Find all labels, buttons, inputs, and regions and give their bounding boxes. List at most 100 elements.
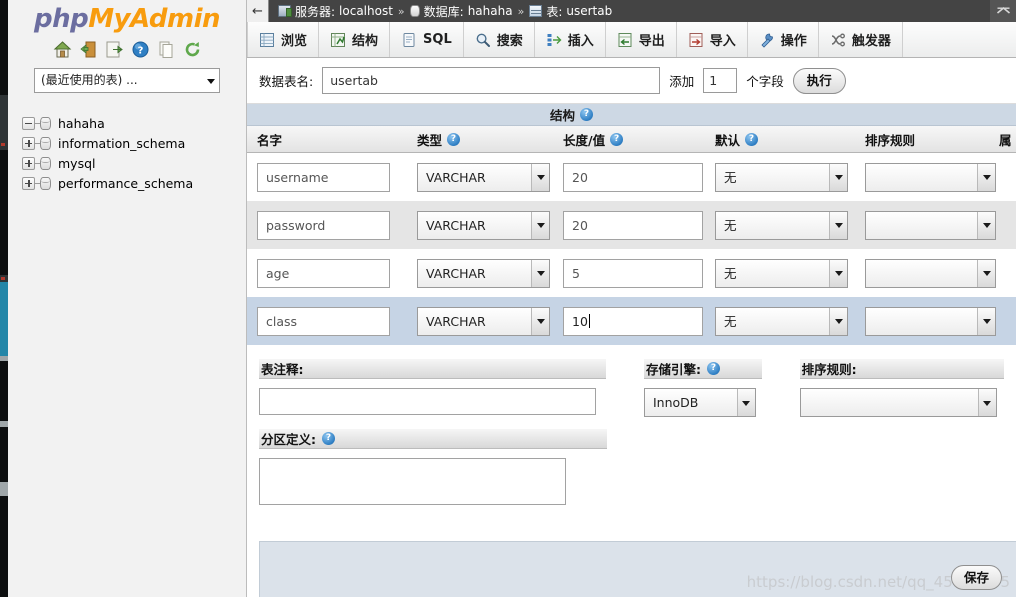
create-table-form: 数据表名: usertab 添加 1 个字段 执行 结构 ? 名字 类型 ? 长… [247,58,1016,597]
table-collation-select[interactable] [799,388,997,417]
db-tree-item[interactable]: hahaha [22,113,246,133]
tab-structure[interactable]: 结构 [319,22,391,57]
phpmyadmin-logo[interactable]: phpMyAdmin [8,0,246,34]
sidebar: phpMyAdmin ? (最近使用的表) ... hahaha informa… [8,0,247,597]
help-icon[interactable]: ? [580,108,593,121]
table-label: 表: [546,4,563,19]
reload-icon[interactable] [183,40,202,59]
column-collation-select[interactable] [865,258,996,288]
table-collation-header: 排序规则: [799,359,1004,379]
column-length-input[interactable]: 10 [563,306,703,336]
expand-toggle-icon[interactable] [22,176,35,190]
help-icon[interactable]: ? [745,132,759,146]
structure-icon [330,32,346,48]
server-label: 服务器: [295,4,336,19]
storage-engine-select[interactable]: InnoDB [643,388,756,417]
breadcrumb-server[interactable]: 服务器: localhost [278,3,393,20]
column-collation-select[interactable] [865,306,996,336]
help-icon[interactable]: ? [131,40,150,59]
column-default-select[interactable]: 无 [715,162,848,192]
tab-search[interactable]: 搜索 [463,22,535,57]
breadcrumb-database[interactable]: 数据库: hahaha [409,3,513,20]
collapse-panel-button[interactable] [990,0,1016,22]
text-cursor [588,313,590,328]
column-length-input[interactable]: 5 [563,258,703,288]
breadcrumb-path: 服务器: localhost » 数据库: hahaha » 表: userta… [269,3,612,20]
back-button[interactable]: ← [247,0,269,22]
tab-label: 触发器 [851,34,891,49]
recent-tables-select[interactable]: (最近使用的表) ... [34,68,220,93]
help-icon[interactable]: ? [447,132,461,146]
column-type-select[interactable]: VARCHAR [417,162,550,192]
storage-engine-value: InnoDB [652,395,699,410]
column-name-input[interactable]: username [257,162,390,192]
table-comment-input[interactable] [259,388,596,415]
export-icon [617,32,633,48]
column-headers: 名字 类型 ? 长度/值 ? 默认 ? 排序规则 属 [247,126,1016,153]
column-type-select[interactable]: VARCHAR [417,306,550,336]
column-name-input[interactable]: age [257,258,390,288]
help-icon[interactable]: ? [706,362,720,375]
go-button[interactable]: 执行 [792,67,846,94]
column-default-value: 无 [724,313,737,329]
column-default-select[interactable]: 无 [715,306,848,336]
server-value: localhost [339,4,393,18]
help-icon[interactable]: ? [610,132,624,146]
home-icon[interactable] [53,40,72,59]
help-icon[interactable]: ? [322,432,335,445]
sql-icon [401,32,417,48]
header-label: 属 [999,132,1012,148]
header-label: 默认 [715,132,741,148]
tab-triggers[interactable]: 触发器 [818,22,903,57]
chevron-down-icon [531,259,549,287]
tab-sql[interactable]: SQL [390,22,464,57]
chevron-down-icon [977,163,995,191]
export-icon[interactable] [105,40,124,59]
collapse-toggle-icon[interactable] [22,116,35,130]
tab-operations[interactable]: 操作 [747,22,819,57]
column-name-input[interactable]: password [257,210,390,240]
search-icon [475,32,491,48]
column-type-select[interactable]: VARCHAR [417,258,550,288]
logo-php: php [33,4,89,34]
column-default-select[interactable]: 无 [715,258,848,288]
column-length-input[interactable]: 20 [563,210,703,240]
chevron-down-icon [531,211,549,239]
add-label: 添加 [669,74,695,89]
table-value: usertab [566,4,613,18]
chevron-down-icon [531,307,549,335]
db-tree-item[interactable]: mysql [22,153,246,173]
header-label: 长度/值 [563,132,606,148]
chevron-down-icon [977,389,996,416]
expand-toggle-icon[interactable] [22,136,35,150]
table-name-row: 数据表名: usertab 添加 1 个字段 执行 [247,58,1016,104]
column-type-select[interactable]: VARCHAR [417,210,550,240]
column-name-input[interactable]: class [257,306,390,336]
chevron-down-icon [829,307,847,335]
logout-icon[interactable] [79,40,98,59]
database-icon [40,176,51,190]
column-default-select[interactable]: 无 [715,210,848,240]
docs-icon[interactable] [157,40,176,59]
db-tree-item[interactable]: performance_schema [22,173,246,193]
column-collation-select[interactable] [865,210,996,240]
tab-export[interactable]: 导出 [605,22,677,57]
chevron-down-icon [736,389,755,416]
recent-tables-value: (最近使用的表) ... [41,73,138,87]
table-name-input[interactable]: usertab [322,67,661,94]
chevron-down-icon [829,163,847,191]
tab-import[interactable]: 导入 [676,22,748,57]
tab-browse[interactable]: 浏览 [247,22,320,57]
tab-insert[interactable]: 插入 [534,22,606,57]
partition-textarea[interactable] [259,458,566,505]
add-columns-input[interactable]: 1 [703,68,738,93]
save-button[interactable]: 保存 [950,565,1002,590]
db-tree-item[interactable]: information_schema [22,133,246,153]
table-name-label: 数据表名: [259,74,314,89]
expand-toggle-icon[interactable] [22,156,35,170]
structure-title: 结构 [549,108,575,123]
breadcrumb-table[interactable]: 表: usertab [529,3,612,20]
header-label: 名字 [257,132,283,148]
column-length-input[interactable]: 20 [563,162,703,192]
column-collation-select[interactable] [865,162,996,192]
